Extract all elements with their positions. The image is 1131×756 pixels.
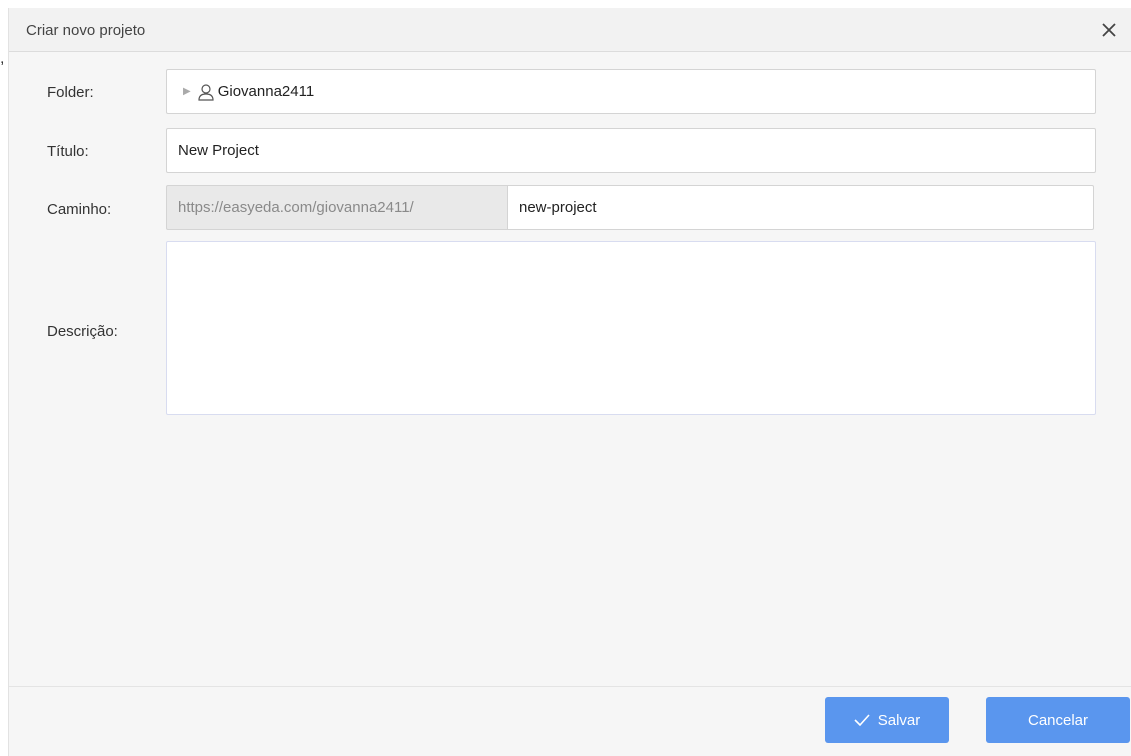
cancel-label: Cancelar [1027,711,1089,729]
folder-value: Giovanna2411 [217,83,315,100]
expand-arrow-icon[interactable]: ▶ [183,86,191,97]
path-value: new-project [519,199,597,216]
title-label: Título: [47,143,89,160]
cancel-button[interactable]: Cancelar [986,697,1130,743]
save-button[interactable]: Salvar [825,697,949,743]
path-label: Caminho: [47,201,112,218]
path-input[interactable]: new-project [507,185,1094,230]
dialog-header: Criar novo projeto [9,8,1131,52]
dialog-title: Criar novo projeto [26,22,146,39]
description-textarea[interactable] [166,241,1096,415]
backdrop-text: , [0,50,5,67]
close-icon[interactable] [1097,18,1121,42]
create-project-dialog: Criar novo projeto Folder: ▶ Giovanna241… [8,8,1131,756]
user-icon [197,83,215,101]
save-label: Salvar [877,711,921,729]
path-prefix: https://easyeda.com/giovanna2411/ [166,185,508,230]
footer-divider [9,686,1131,687]
description-label: Descrição: [47,323,118,340]
check-icon [854,714,870,726]
title-input[interactable]: New Project [166,128,1096,173]
folder-label: Folder: [47,84,94,101]
title-value: New Project [178,142,259,159]
folder-select[interactable]: ▶ Giovanna2411 [166,69,1096,114]
